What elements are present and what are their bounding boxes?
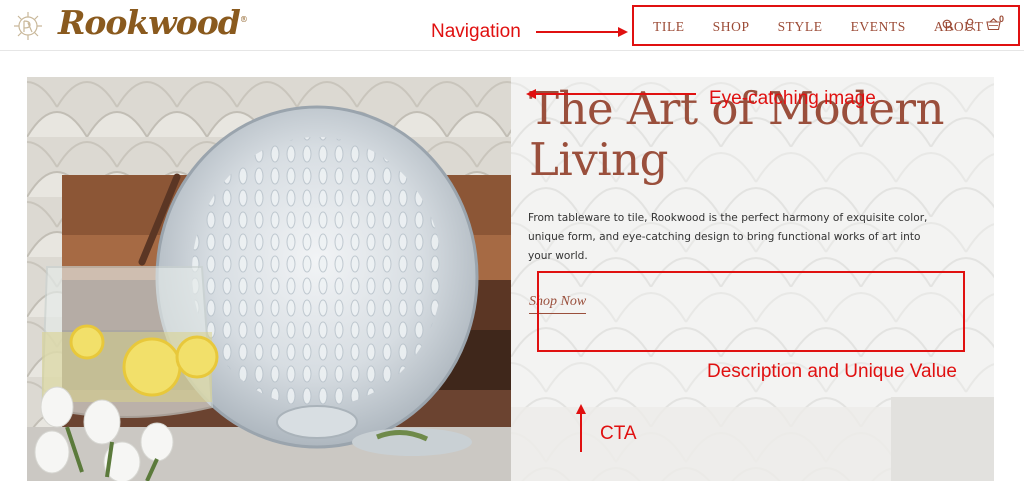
cta-annotation-label: CTA	[600, 423, 637, 444]
arrow-right-icon	[536, 27, 628, 37]
arrow-left-icon	[526, 89, 696, 99]
hero-image	[27, 77, 511, 481]
brand-logo[interactable]: Rookwood®	[58, 3, 248, 42]
arrow-up-icon	[576, 404, 586, 452]
navigation-annotation-box	[632, 5, 1020, 46]
hero-description: From tableware to tile, Rookwood is the …	[528, 212, 928, 262]
hero-photo-illustration	[27, 77, 511, 481]
navigation-annotation-label: Navigation	[431, 21, 521, 42]
image-annotation-label: Eye-catching image	[709, 88, 876, 109]
description-annotation-label: Description and Unique Value	[707, 361, 957, 382]
logo-icon[interactable]	[10, 8, 46, 44]
description-annotation-box	[537, 271, 965, 352]
